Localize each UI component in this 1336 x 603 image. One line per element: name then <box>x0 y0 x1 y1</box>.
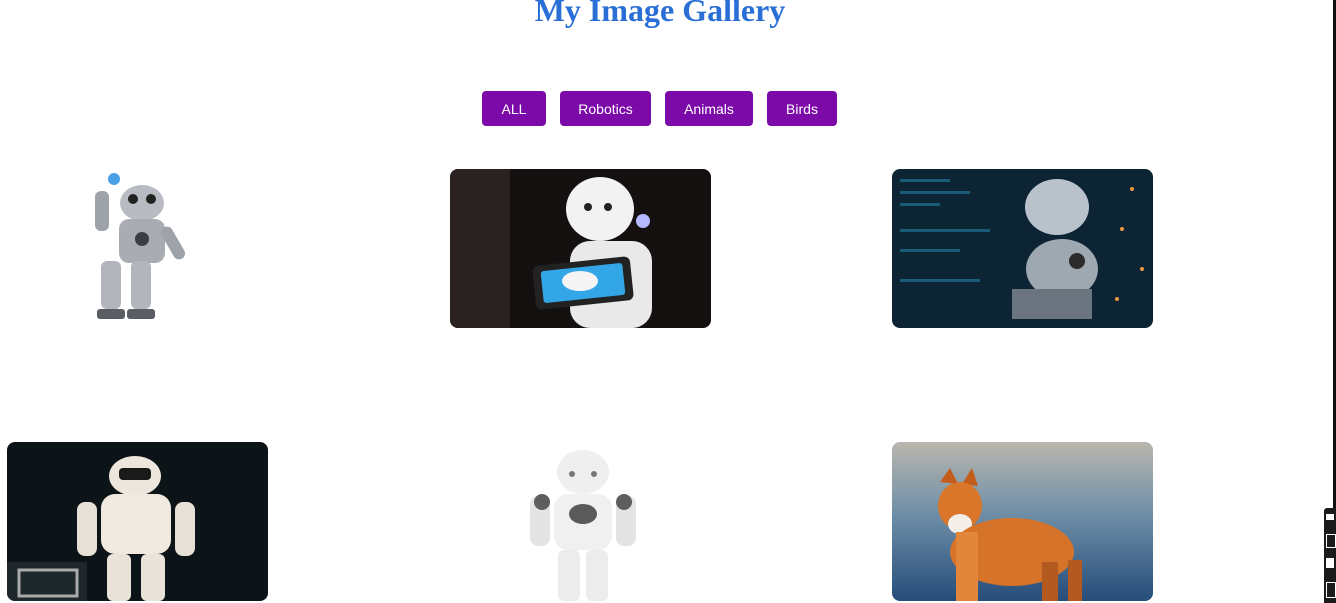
filter-animals-button[interactable]: Animals <box>665 91 753 126</box>
filter-birds-button[interactable]: Birds <box>767 91 837 126</box>
gallery-image-robots-datacenter[interactable] <box>892 169 1153 328</box>
gallery-image-robot-tablet[interactable] <box>450 169 711 328</box>
gallery-image-red-fox[interactable] <box>892 442 1153 601</box>
gallery-image-asimo[interactable] <box>7 442 268 601</box>
page-title: My Image Gallery <box>534 0 786 28</box>
gallery-image-nao-robot[interactable] <box>450 442 711 601</box>
filter-all-button[interactable]: ALL <box>482 91 546 126</box>
floating-toolbar[interactable] <box>1324 508 1336 603</box>
filter-robotics-button[interactable]: Robotics <box>560 91 651 126</box>
gallery-image-robot-waving[interactable] <box>7 169 268 328</box>
